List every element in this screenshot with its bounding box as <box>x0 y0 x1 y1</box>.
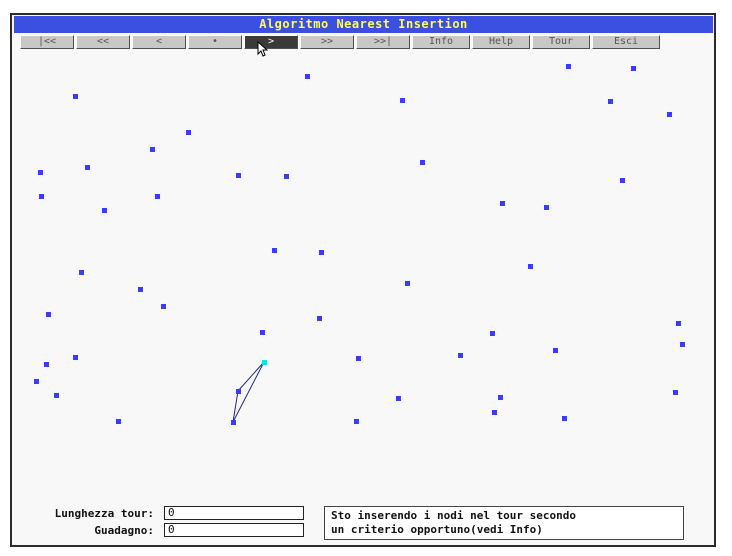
graph-node <box>498 395 503 400</box>
graph-node <box>116 419 121 424</box>
graph-node <box>458 353 463 358</box>
message-line-2: un criterio opportuno(vedi Info) <box>331 523 543 536</box>
graph-node <box>231 420 236 425</box>
graph-node <box>620 178 625 183</box>
last-button[interactable]: >>| <box>356 35 410 49</box>
graph-node <box>500 201 505 206</box>
graph-node <box>317 316 322 321</box>
graph-nodes <box>34 64 685 425</box>
app-stage: Algoritmo Nearest Insertion |<< << < • > >> >>… <box>0 0 732 556</box>
graph-node <box>44 362 49 367</box>
graph-node <box>102 208 107 213</box>
graph-node <box>38 170 43 175</box>
mouse-pointer-icon <box>257 41 269 57</box>
first-button[interactable]: |<< <box>20 35 74 49</box>
graph-node <box>528 264 533 269</box>
info-button[interactable]: Info <box>412 35 470 49</box>
graph-node <box>673 390 678 395</box>
graph-node <box>319 250 324 255</box>
graph-node <box>155 194 160 199</box>
help-button[interactable]: Help <box>472 35 530 49</box>
graph-node <box>544 205 549 210</box>
fast-back-button[interactable]: << <box>76 35 130 49</box>
graph-node <box>405 281 410 286</box>
graph-node <box>138 287 143 292</box>
graph-node <box>492 410 497 415</box>
window-title: Algoritmo Nearest Insertion <box>14 16 713 33</box>
fast-forward-button[interactable]: >> <box>300 35 354 49</box>
back-button[interactable]: < <box>132 35 186 49</box>
graph-node <box>420 160 425 165</box>
graph-node <box>400 98 405 103</box>
graph-node <box>34 379 39 384</box>
graph-node <box>631 66 636 71</box>
graph-node <box>186 130 191 135</box>
stop-button[interactable]: • <box>188 35 242 49</box>
graph-node <box>354 419 359 424</box>
graph-node <box>39 194 44 199</box>
current-node <box>262 360 267 365</box>
message-line-1: Sto inserendo i nodi nel tour secondo <box>331 509 577 522</box>
graph-node <box>356 356 361 361</box>
exit-button[interactable]: Esci <box>592 35 660 49</box>
graph-node <box>396 396 401 401</box>
graph-node <box>566 64 571 69</box>
graph-node <box>73 94 78 99</box>
tour-button[interactable]: Tour <box>532 35 590 49</box>
graph-canvas[interactable] <box>14 52 713 500</box>
graph-node <box>161 304 166 309</box>
graph-node <box>54 393 59 398</box>
tour-length-field: 0 <box>164 506 304 520</box>
graph-node <box>85 165 90 170</box>
graph-node <box>46 312 51 317</box>
graph-node <box>680 342 685 347</box>
graph-node <box>260 330 265 335</box>
message-box: Sto inserendo i nodi nel tour secondo un… <box>324 506 684 540</box>
graph-node <box>562 416 567 421</box>
graph-node <box>305 74 310 79</box>
graph-node <box>553 348 558 353</box>
status-panel: Lunghezza tour: 0 Guadagno: 0 Sto insere… <box>14 504 713 544</box>
graph-node <box>73 355 78 360</box>
graph-node <box>490 331 495 336</box>
graph-node <box>79 270 84 275</box>
graph-node <box>608 99 613 104</box>
gain-label: Guadagno: <box>94 524 154 537</box>
gain-field: 0 <box>164 523 304 537</box>
graph-node <box>284 174 289 179</box>
tour-length-label: Lunghezza tour: <box>54 507 154 520</box>
graph-node <box>667 112 672 117</box>
graph-node <box>150 147 155 152</box>
graph-node <box>236 389 241 394</box>
graph-node <box>676 321 681 326</box>
step-forward-button[interactable]: > <box>244 35 298 49</box>
graph-node <box>272 248 277 253</box>
toolbar: |<< << < • > >> >>| Info Help Tour Esci <box>20 35 702 49</box>
graph-node <box>236 173 241 178</box>
